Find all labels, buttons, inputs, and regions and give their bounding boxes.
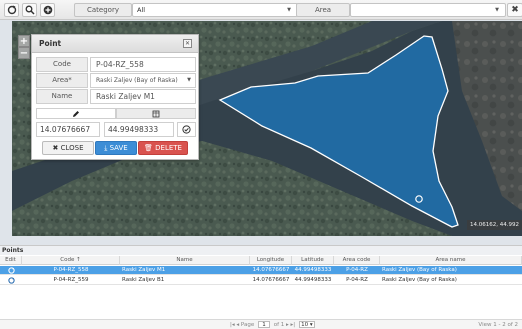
edit-tabs [36, 108, 196, 119]
area-row: Area* Raski Zaljev (Bay of Raska) ▼ [36, 73, 196, 88]
category-select[interactable]: All ▼ [132, 3, 298, 17]
dialog-header: Point ✕ [32, 35, 198, 53]
dialog-title: Point [39, 39, 62, 48]
table-row[interactable]: P-04-RZ_558 Raski Zaljev M1 14.07676667 … [0, 266, 522, 275]
name-field[interactable]: Raski Zaljev M1 [90, 89, 196, 104]
clear-filter-button[interactable]: ✖ [507, 3, 522, 17]
zoom-control: + − [18, 35, 30, 59]
plus-circle-icon [43, 5, 53, 15]
chevron-down-icon: ▼ [495, 7, 499, 13]
pager-controls: |◂ ◂ Page 1 of 1 ▸ ▸| 10 ▾ [230, 320, 317, 329]
grid-title: Points [0, 246, 522, 255]
per-page-value: 10 [301, 322, 309, 328]
pencil-icon [73, 111, 79, 117]
table-icon [152, 110, 160, 118]
page-of-label: of 1 [273, 322, 285, 328]
save-icon: ⤓ [104, 144, 108, 152]
col-area-name[interactable]: Area name [380, 256, 522, 265]
edit-icon [7, 277, 15, 284]
per-page-select[interactable]: 10 ▾ [298, 321, 315, 328]
save-button-label: SAVE [109, 144, 128, 152]
trash-icon: 🗑 [144, 144, 153, 152]
dialog-close-icon[interactable]: ✕ [183, 39, 192, 48]
cell-name: Raski Zaljev M1 [122, 267, 166, 273]
toolbar: Category All ▼ Area ▼ ✖ [0, 0, 522, 20]
cell-code: P-04-RZ_558 [53, 267, 89, 273]
col-edit[interactable]: Edit [0, 256, 22, 265]
area-field-label: Area* [36, 73, 88, 88]
table-row[interactable]: P-04-RZ_559 Raski Zaljev B1 14.07676667 … [0, 276, 522, 285]
col-name[interactable]: Name [120, 256, 250, 265]
area-select[interactable]: ▼ [350, 3, 506, 17]
locate-button[interactable] [177, 122, 196, 137]
category-select-value: All [137, 6, 146, 14]
category-label: Category [74, 3, 132, 17]
edit-row-button[interactable] [0, 276, 22, 285]
tab-draw[interactable] [36, 108, 116, 119]
edit-row-button[interactable] [0, 266, 22, 275]
cell-area-code: P-04-RZ [346, 277, 368, 283]
coordinates-row: 14.07676667 44.99498333 [36, 122, 196, 137]
zoom-to-button[interactable] [22, 3, 37, 17]
last-page-icon[interactable]: ▸| [291, 322, 296, 328]
cell-longitude: 14.07676667 [252, 277, 290, 283]
prev-page-icon[interactable]: ◂ [236, 322, 239, 328]
points-grid: Points Edit Code ↑ Name Longitude Latitu… [0, 245, 522, 329]
page-input[interactable]: 1 [257, 321, 270, 328]
locate-check-icon [182, 125, 191, 134]
edit-icon [7, 267, 15, 274]
chevron-down-icon: ▼ [187, 77, 191, 83]
cell-name: Raski Zaljev B1 [122, 277, 165, 283]
add-button[interactable] [40, 3, 55, 17]
tab-table[interactable] [116, 108, 196, 119]
save-button[interactable]: ⤓ SAVE [95, 141, 137, 155]
cell-area-name: Raski Zaljev (Bay of Raska) [382, 277, 457, 283]
area-label: Area [296, 3, 350, 17]
first-page-icon[interactable]: |◂ [230, 322, 235, 328]
view-count: View 1 - 2 of 2 [478, 322, 518, 328]
col-latitude[interactable]: Latitude [292, 256, 334, 265]
refresh-icon [7, 5, 17, 15]
page-label: Page [240, 322, 255, 328]
area-field-value: Raski Zaljev (Bay of Raska) [96, 77, 178, 84]
longitude-field[interactable]: 14.07676667 [36, 122, 100, 137]
point-dialog: Point ✕ Code P-04-RZ_558 Area* Raski Zal… [31, 34, 199, 160]
col-code[interactable]: Code ↑ [22, 256, 120, 265]
col-area-code[interactable]: Area code [334, 256, 380, 265]
app-window: Category All ▼ Area ▼ ✖ + − 14.06162, 44… [0, 0, 522, 329]
latitude-field[interactable]: 44.99498333 [104, 122, 174, 137]
grid-header: Edit Code ↑ Name Longitude Latitude Area… [0, 256, 522, 265]
area-field-select[interactable]: Raski Zaljev (Bay of Raska) ▼ [90, 73, 196, 88]
code-row: Code P-04-RZ_558 [36, 57, 196, 72]
close-button-label: CLOSE [60, 144, 84, 152]
code-field[interactable]: P-04-RZ_558 [90, 57, 196, 72]
close-icon: ✖ [52, 144, 59, 152]
coordinate-readout: 14.06162, 44.992 [467, 220, 522, 230]
cell-code: P-04-RZ_559 [53, 277, 89, 283]
close-button[interactable]: ✖ CLOSE [42, 141, 94, 155]
cell-latitude: 44.99498333 [294, 267, 332, 273]
delete-button[interactable]: 🗑 DELETE [138, 141, 188, 155]
chevron-down-icon: ▼ [287, 7, 291, 13]
refresh-button[interactable] [4, 3, 19, 17]
cell-longitude: 14.07676667 [252, 267, 290, 273]
delete-button-label: DELETE [155, 144, 182, 152]
grid-pager: |◂ ◂ Page 1 of 1 ▸ ▸| 10 ▾ View 1 - 2 of… [0, 319, 522, 329]
name-row: Name Raski Zaljev M1 [36, 89, 196, 104]
cell-area-name: Raski Zaljev (Bay of Raska) [382, 267, 457, 273]
next-page-icon[interactable]: ▸ [286, 322, 289, 328]
zoom-out-button[interactable]: − [18, 47, 30, 59]
code-label: Code [36, 57, 88, 72]
col-longitude[interactable]: Longitude [250, 256, 292, 265]
magnifier-icon [25, 5, 35, 15]
name-label: Name [36, 89, 88, 104]
cell-latitude: 44.99498333 [294, 277, 332, 283]
cell-area-code: P-04-RZ [346, 267, 368, 273]
zoom-in-button[interactable]: + [18, 35, 30, 47]
